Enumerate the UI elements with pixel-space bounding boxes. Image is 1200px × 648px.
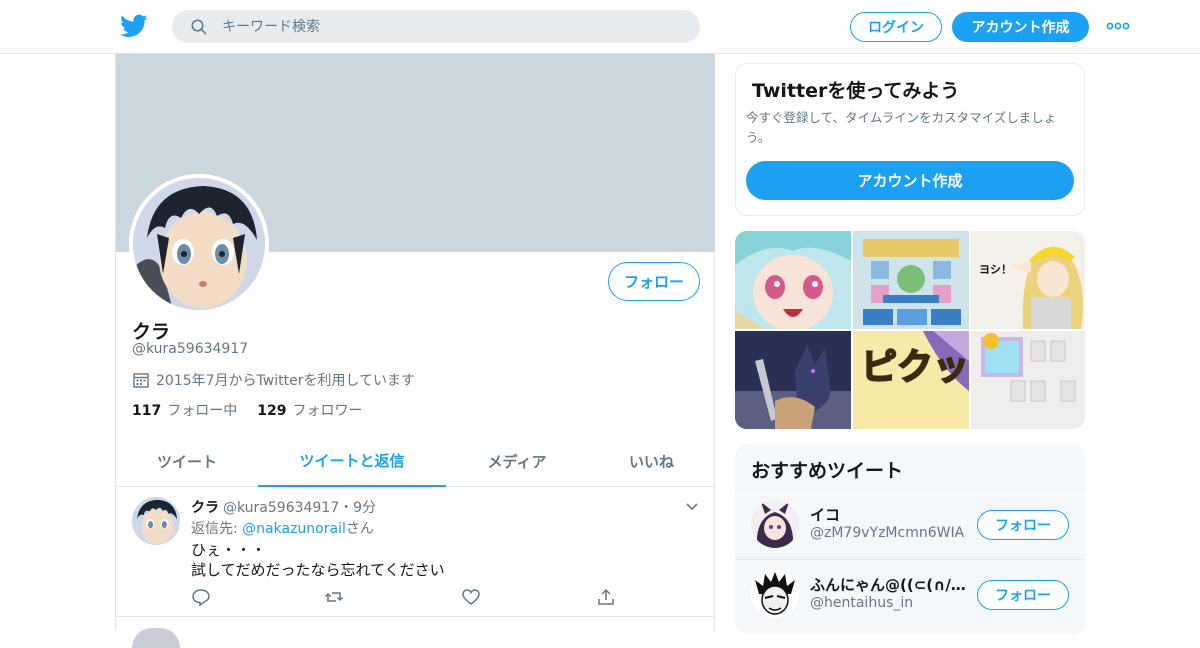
media-thumbnail[interactable] (735, 331, 851, 429)
recommended-avatar[interactable] (751, 500, 799, 548)
like-icon[interactable] (461, 587, 481, 607)
calendar-icon (133, 373, 149, 388)
recommended-follow-button[interactable]: フォロー (977, 580, 1069, 610)
profile-stats: 117 フォロー中 129 フォロワー (132, 400, 362, 420)
recommended-name[interactable]: イコ (810, 504, 970, 525)
recommended-avatar[interactable] (751, 570, 799, 618)
recommended-tweets: おすすめツイート イコ @zM79vYzMcmn6WIA フォロー ふんにゃん@… (735, 444, 1085, 634)
tweet-text-line: 試してだめだったなら忘れてください (191, 561, 445, 579)
tweet-author-handle[interactable]: @kura59634917 (223, 500, 339, 516)
followers-stat[interactable]: 129 フォロワー (257, 400, 362, 420)
profile-handle[interactable]: @kura59634917 (132, 341, 248, 357)
reply-to-link[interactable]: @nakazunorail (242, 521, 346, 537)
share-icon[interactable] (596, 587, 616, 607)
tweet[interactable]: クラ @kura59634917・9分 返信先: @nakazunorailさん … (116, 487, 715, 617)
profile-tabs: ツイート ツイートと返信 メディア いいね (116, 436, 715, 487)
recommended-item[interactable]: ふんにゃん@((⊂(∩///゛... @hentaihus_in フォロー (735, 559, 1085, 629)
profile-name: クラ (132, 321, 171, 343)
recommended-follow-button[interactable]: フォロー (977, 510, 1069, 540)
next-tweet-avatar (132, 628, 180, 648)
media-thumbnail[interactable] (853, 231, 969, 329)
tweet-reply-context: 返信先: @nakazunorailさん (191, 518, 374, 538)
tweet-text: ひぇ・・・ 試してだめだったなら忘れてください (191, 540, 445, 580)
recommended-handle[interactable]: @hentaihus_in (810, 595, 913, 611)
chevron-down-icon[interactable] (684, 499, 700, 515)
signup-card: Twitterを使ってみよう 今すぐ登録して、タイムラインをカスタマイズしましょ… (735, 63, 1085, 216)
media-thumbnail[interactable] (971, 331, 1085, 429)
top-bar: ログイン アカウント作成 (0, 0, 1200, 54)
tweet-text-line: ひぇ・・・ (191, 541, 267, 559)
recommended-item[interactable]: イコ @zM79vYzMcmn6WIA フォロー (735, 489, 1085, 559)
signup-card-button[interactable]: アカウント作成 (746, 161, 1074, 200)
profile-joined: 2015年7月からTwitterを利用しています (132, 370, 415, 390)
media-thumbnail[interactable]: ピクッ (853, 331, 969, 429)
tweet-author-name[interactable]: クラ (191, 500, 219, 516)
recommended-name[interactable]: ふんにゃん@((⊂(∩///゛... (810, 574, 970, 595)
search-box[interactable] (172, 10, 700, 43)
tweet-actions (191, 587, 631, 607)
signup-card-description: 今すぐ登録して、タイムラインをカスタマイズしましょう。 (746, 110, 1057, 145)
media-caption-yoshi: ヨシ！ (979, 263, 1012, 276)
recommended-title: おすすめツイート (751, 460, 904, 482)
signup-button[interactable]: アカウント作成 (952, 12, 1089, 42)
tweet-avatar[interactable] (132, 497, 180, 545)
tweet-time[interactable]: 9分 (353, 500, 376, 516)
following-stat[interactable]: 117 フォロー中 (132, 400, 237, 420)
recommended-handle[interactable]: @zM79vYzMcmn6WIA (810, 525, 964, 541)
search-icon (191, 19, 207, 35)
retweet-icon[interactable] (324, 587, 344, 607)
tweet-separator: ・ (339, 500, 354, 516)
tab-tweets[interactable]: ツイート (116, 436, 258, 487)
search-input[interactable] (222, 16, 682, 38)
media-thumbnail[interactable]: ヨシ！ (971, 231, 1085, 329)
followers-count: 129 (257, 403, 287, 419)
following-label: フォロー中 (167, 403, 238, 419)
tab-likes[interactable]: いいね (588, 436, 715, 487)
tab-media[interactable]: メディア (446, 436, 588, 487)
signup-card-title: Twitterを使ってみよう (752, 80, 960, 102)
reply-icon[interactable] (191, 587, 211, 607)
tweet-header: クラ @kura59634917・9分 (191, 497, 376, 517)
profile-avatar[interactable] (129, 174, 269, 314)
more-dots-icon[interactable] (1106, 18, 1130, 34)
tab-tweets-and-replies[interactable]: ツイートと返信 (258, 436, 446, 487)
media-grid: ヨシ！ ピクッ (735, 231, 1085, 429)
following-count: 117 (132, 403, 162, 419)
profile-column: フォロー クラ @kura59634917 2015年7月からTwitterを利… (115, 54, 715, 648)
followers-label: フォロワー (292, 403, 363, 419)
reply-prefix: 返信先: (191, 521, 243, 537)
profile-joined-text: 2015年7月からTwitterを利用しています (156, 373, 416, 389)
follow-button[interactable]: フォロー (608, 262, 700, 301)
media-thumbnail[interactable] (735, 231, 851, 329)
login-button[interactable]: ログイン (850, 12, 942, 42)
reply-suffix: さん (345, 521, 374, 537)
twitter-bird-icon[interactable] (120, 12, 148, 40)
media-caption-piku: ピクッ (861, 347, 969, 388)
next-tweet-partial[interactable] (116, 618, 715, 648)
